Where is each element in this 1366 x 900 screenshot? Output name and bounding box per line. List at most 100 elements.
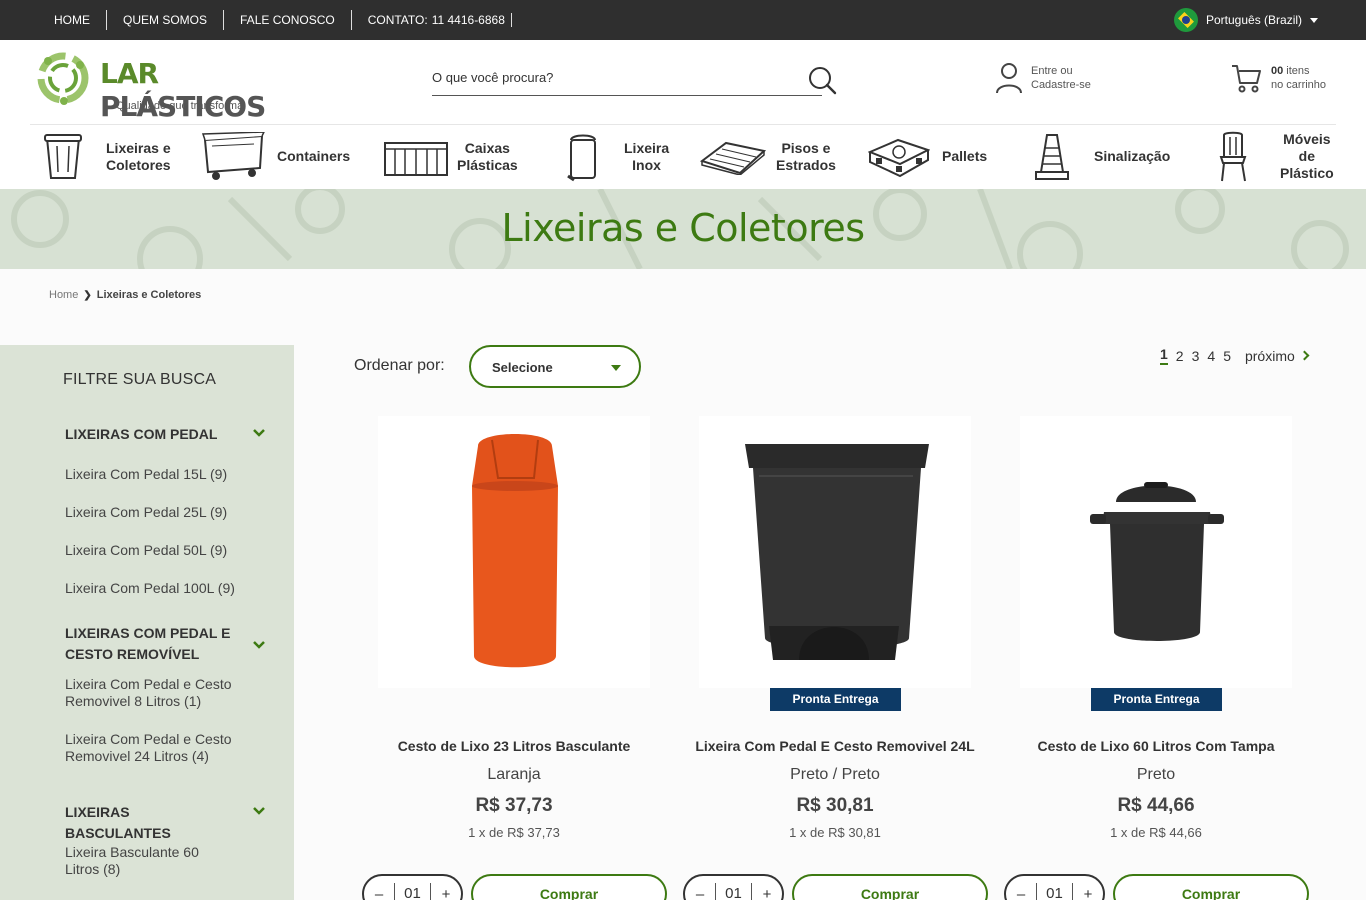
- category-caixas[interactable]: Caixas Plásticas: [383, 124, 518, 189]
- language-label: Português (Brazil): [1206, 13, 1303, 27]
- quantity-value[interactable]: 01: [715, 883, 752, 900]
- product-image[interactable]: [378, 416, 650, 688]
- quantity-stepper: – 01 +: [683, 874, 784, 900]
- contact-phone[interactable]: 11 4416-6868: [432, 10, 505, 30]
- increase-button[interactable]: +: [1073, 886, 1103, 900]
- quantity-stepper: – 01 +: [362, 874, 463, 900]
- quantity-stepper: – 01 +: [1004, 874, 1105, 900]
- filter-item[interactable]: Lixeira Com Pedal 50L (9): [65, 542, 255, 559]
- cart-icon: [1232, 65, 1261, 93]
- top-nav: HOME QUEM SOMOS FALE CONOSCO CONTATO: 11…: [54, 0, 512, 40]
- filter-item[interactable]: Lixeira Com Pedal e Cesto Removivel 24 L…: [65, 731, 245, 765]
- top-link-contact-us[interactable]: FALE CONOSCO: [224, 10, 352, 30]
- recycle-logo-icon: [37, 52, 89, 105]
- ready-delivery-badge: Pronta Entrega: [770, 688, 901, 711]
- chevron-down-icon[interactable]: [253, 641, 265, 649]
- search-input[interactable]: [432, 59, 792, 95]
- breadcrumb-home[interactable]: Home: [49, 289, 78, 301]
- page-link-5[interactable]: 5: [1223, 348, 1231, 364]
- buy-button[interactable]: Comprar: [792, 874, 988, 900]
- product-name[interactable]: Cesto de Lixo 23 Litros Basculante: [362, 738, 666, 754]
- quantity-value[interactable]: 01: [1036, 883, 1073, 900]
- crate-icon: [384, 141, 448, 176]
- category-menu: Lixeiras e Coletores Containers Caixas P…: [0, 124, 1366, 189]
- filter-group-title: LIXEIRAS COM PEDAL E CESTO REMOVÍVEL: [65, 625, 231, 662]
- cart-count: 00: [1271, 65, 1284, 77]
- language-selector[interactable]: Português (Brazil): [1174, 8, 1319, 32]
- breadcrumb: Home ❯ Lixeiras e Coletores: [49, 289, 201, 301]
- top-bar: HOME QUEM SOMOS FALE CONOSCO CONTATO: 11…: [0, 0, 1366, 40]
- next-page-link[interactable]: próximo: [1245, 348, 1310, 364]
- filter-group-title: LIXEIRAS BASCULANTES: [65, 804, 171, 841]
- product-price: R$ 37,73: [475, 795, 553, 816]
- buy-button[interactable]: Comprar: [471, 874, 667, 900]
- sort-select[interactable]: Selecione: [469, 345, 641, 388]
- cart-link[interactable]: 00 itens no carrinho: [1231, 62, 1326, 94]
- contact-label: CONTATO:: [367, 13, 428, 27]
- ready-delivery-badge: Pronta Entrega: [1091, 688, 1222, 711]
- product-color: Laranja: [487, 766, 541, 783]
- category-lixeiras[interactable]: Lixeiras e Coletores: [42, 124, 171, 189]
- category-pisos[interactable]: Pisos e Estrados: [700, 124, 836, 189]
- lidded-bin-image: [1090, 482, 1224, 641]
- page-link-2[interactable]: 2: [1176, 348, 1184, 364]
- chevron-down-icon: [611, 365, 621, 371]
- chevron-right-icon: ❯: [83, 289, 92, 301]
- decrease-button[interactable]: –: [364, 886, 394, 900]
- account-link[interactable]: Entre ou Cadastre-se: [995, 62, 1091, 94]
- chevron-down-icon[interactable]: [253, 429, 265, 437]
- pagination: 1 2 3 4 5 próximo: [1160, 346, 1310, 365]
- pedal-bin-image: [745, 444, 929, 660]
- category-inox[interactable]: Lixeira Inox: [566, 124, 669, 189]
- product-installments: 1 x de R$ 37,73: [468, 825, 560, 840]
- page-link-1[interactable]: 1: [1160, 346, 1168, 365]
- filter-group-pedal-cesto[interactable]: LIXEIRAS COM PEDAL E CESTO REMOVÍVEL: [65, 623, 275, 665]
- logo-name: LAR PLÁSTICOS: [100, 57, 266, 123]
- filter-item[interactable]: Lixeira Com Pedal 15L (9): [65, 466, 255, 483]
- category-moveis[interactable]: Móveis de Plástico: [1218, 124, 1334, 189]
- page-link-3[interactable]: 3: [1192, 348, 1200, 364]
- category-pallets[interactable]: Pallets: [868, 124, 987, 189]
- inox-bin-icon: [567, 134, 596, 181]
- top-link-home[interactable]: HOME: [54, 10, 107, 30]
- logo[interactable]: LAR PLÁSTICOS Qualidade que transforma: [34, 49, 266, 123]
- increase-button[interactable]: +: [752, 886, 782, 900]
- decrease-button[interactable]: –: [1006, 886, 1036, 900]
- cart-line2: no carrinho: [1271, 79, 1327, 91]
- top-link-about[interactable]: QUEM SOMOS: [107, 10, 225, 30]
- filter-item[interactable]: Lixeira Com Pedal e Cesto Removivel 8 Li…: [65, 676, 245, 710]
- product-name[interactable]: Lixeira Com Pedal E Cesto Removivel 24L: [683, 738, 987, 754]
- filter-item[interactable]: Lixeira Com Pedal 100L (9): [65, 580, 255, 597]
- category-sinalizacao[interactable]: Sinalização: [1034, 124, 1170, 189]
- brazil-flag-icon: [1174, 8, 1198, 32]
- filter-group-pedal[interactable]: LIXEIRAS COM PEDAL: [65, 424, 275, 445]
- chevron-down-icon[interactable]: [253, 807, 265, 815]
- filter-title: FILTRE SUA BUSCA: [63, 371, 217, 388]
- contact-info: CONTATO: 11 4416-6868: [352, 10, 509, 30]
- pallet-icon: [868, 138, 930, 177]
- product-image[interactable]: [699, 416, 971, 688]
- category-banner: Lixeiras e Coletores: [0, 189, 1366, 269]
- breadcrumb-current: Lixeiras e Coletores: [96, 289, 202, 301]
- user-icon: [996, 63, 1022, 94]
- chevron-down-icon: [1310, 17, 1319, 23]
- divider: [510, 13, 512, 27]
- quantity-value[interactable]: 01: [394, 883, 431, 900]
- sort-selected: Selecione: [492, 360, 553, 375]
- decrease-button[interactable]: –: [685, 886, 715, 900]
- product-installments: 1 x de R$ 44,66: [1110, 825, 1202, 840]
- filter-item[interactable]: Lixeira Com Pedal 25L (9): [65, 504, 255, 521]
- product-name[interactable]: Cesto de Lixo 60 Litros Com Tampa: [1004, 738, 1308, 754]
- buy-button[interactable]: Comprar: [1113, 874, 1309, 900]
- increase-button[interactable]: +: [431, 886, 461, 900]
- product-price: R$ 44,66: [1117, 795, 1195, 816]
- container-icon: [202, 131, 265, 180]
- filter-group-basculantes[interactable]: LIXEIRAS BASCULANTES: [65, 802, 275, 844]
- product-image[interactable]: [1020, 416, 1292, 688]
- category-containers[interactable]: Containers: [202, 124, 350, 189]
- chevron-right-icon: [1299, 350, 1310, 361]
- page-link-4[interactable]: 4: [1207, 348, 1215, 364]
- filter-item[interactable]: Lixeira Basculante 60 Litros (8): [65, 844, 215, 878]
- search-icon[interactable]: [806, 65, 838, 97]
- product-installments: 1 x de R$ 30,81: [789, 825, 881, 840]
